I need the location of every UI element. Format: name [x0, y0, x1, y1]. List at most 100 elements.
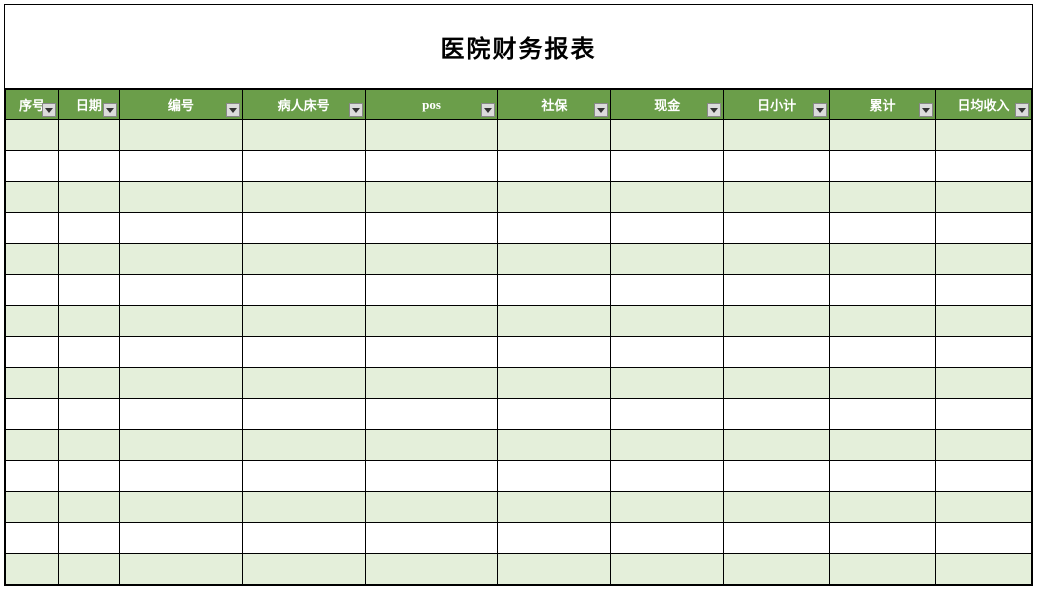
table-cell[interactable] [58, 523, 119, 554]
table-cell[interactable] [936, 182, 1032, 213]
table-cell[interactable] [58, 554, 119, 585]
col-header-daily[interactable]: 日小计 [724, 90, 830, 120]
table-cell[interactable] [242, 151, 365, 182]
table-cell[interactable] [498, 337, 611, 368]
table-cell[interactable] [6, 399, 59, 430]
table-cell[interactable] [119, 337, 242, 368]
table-cell[interactable] [611, 182, 724, 213]
table-row[interactable] [6, 337, 1032, 368]
table-cell[interactable] [119, 275, 242, 306]
filter-dropdown-icon[interactable] [813, 103, 827, 117]
table-cell[interactable] [365, 213, 498, 244]
table-cell[interactable] [365, 554, 498, 585]
table-row[interactable] [6, 368, 1032, 399]
table-cell[interactable] [58, 492, 119, 523]
table-cell[interactable] [724, 213, 830, 244]
table-cell[interactable] [611, 430, 724, 461]
table-cell[interactable] [830, 244, 936, 275]
table-cell[interactable] [611, 306, 724, 337]
table-cell[interactable] [6, 368, 59, 399]
table-cell[interactable] [724, 492, 830, 523]
table-cell[interactable] [58, 306, 119, 337]
filter-dropdown-icon[interactable] [707, 103, 721, 117]
col-header-avg[interactable]: 日均收入 [936, 90, 1032, 120]
table-cell[interactable] [365, 337, 498, 368]
table-row[interactable] [6, 120, 1032, 151]
table-cell[interactable] [724, 399, 830, 430]
table-cell[interactable] [611, 554, 724, 585]
table-cell[interactable] [6, 461, 59, 492]
table-cell[interactable] [611, 461, 724, 492]
table-cell[interactable] [611, 523, 724, 554]
table-cell[interactable] [242, 120, 365, 151]
table-cell[interactable] [6, 523, 59, 554]
table-cell[interactable] [242, 337, 365, 368]
table-row[interactable] [6, 213, 1032, 244]
table-cell[interactable] [242, 213, 365, 244]
table-row[interactable] [6, 244, 1032, 275]
table-cell[interactable] [830, 523, 936, 554]
table-cell[interactable] [724, 337, 830, 368]
table-cell[interactable] [498, 213, 611, 244]
table-cell[interactable] [498, 554, 611, 585]
table-cell[interactable] [498, 151, 611, 182]
table-cell[interactable] [611, 275, 724, 306]
table-cell[interactable] [58, 337, 119, 368]
col-header-seq[interactable]: 序号 [6, 90, 59, 120]
table-cell[interactable] [724, 120, 830, 151]
filter-dropdown-icon[interactable] [226, 103, 240, 117]
table-cell[interactable] [498, 182, 611, 213]
table-cell[interactable] [242, 244, 365, 275]
table-cell[interactable] [724, 461, 830, 492]
table-cell[interactable] [830, 275, 936, 306]
table-cell[interactable] [58, 399, 119, 430]
table-cell[interactable] [58, 275, 119, 306]
table-cell[interactable] [498, 399, 611, 430]
table-cell[interactable] [242, 554, 365, 585]
table-cell[interactable] [365, 399, 498, 430]
col-header-code[interactable]: 编号 [119, 90, 242, 120]
table-cell[interactable] [119, 151, 242, 182]
table-cell[interactable] [936, 368, 1032, 399]
table-cell[interactable] [6, 151, 59, 182]
table-cell[interactable] [936, 213, 1032, 244]
table-cell[interactable] [365, 523, 498, 554]
table-cell[interactable] [6, 337, 59, 368]
table-cell[interactable] [119, 554, 242, 585]
table-cell[interactable] [498, 430, 611, 461]
filter-dropdown-icon[interactable] [1015, 103, 1029, 117]
table-cell[interactable] [365, 430, 498, 461]
table-cell[interactable] [365, 182, 498, 213]
table-cell[interactable] [724, 430, 830, 461]
table-cell[interactable] [611, 368, 724, 399]
table-cell[interactable] [830, 430, 936, 461]
table-cell[interactable] [830, 151, 936, 182]
table-cell[interactable] [936, 399, 1032, 430]
table-cell[interactable] [58, 461, 119, 492]
table-cell[interactable] [724, 368, 830, 399]
table-cell[interactable] [6, 213, 59, 244]
table-cell[interactable] [242, 523, 365, 554]
table-cell[interactable] [365, 492, 498, 523]
table-cell[interactable] [119, 399, 242, 430]
table-cell[interactable] [242, 492, 365, 523]
table-cell[interactable] [936, 523, 1032, 554]
table-cell[interactable] [936, 554, 1032, 585]
table-cell[interactable] [611, 399, 724, 430]
table-cell[interactable] [830, 461, 936, 492]
table-cell[interactable] [498, 492, 611, 523]
table-row[interactable] [6, 461, 1032, 492]
table-cell[interactable] [242, 399, 365, 430]
table-cell[interactable] [119, 492, 242, 523]
table-cell[interactable] [58, 213, 119, 244]
table-cell[interactable] [498, 275, 611, 306]
table-cell[interactable] [242, 306, 365, 337]
table-cell[interactable] [242, 461, 365, 492]
table-row[interactable] [6, 399, 1032, 430]
table-cell[interactable] [58, 368, 119, 399]
col-header-date[interactable]: 日期 [58, 90, 119, 120]
table-cell[interactable] [724, 151, 830, 182]
table-cell[interactable] [830, 368, 936, 399]
table-cell[interactable] [936, 430, 1032, 461]
table-cell[interactable] [365, 244, 498, 275]
